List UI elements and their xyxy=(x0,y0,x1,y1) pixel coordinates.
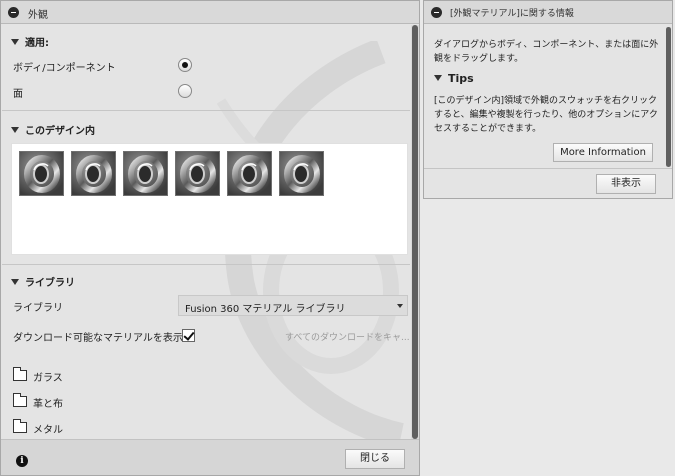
expand-triangle-icon xyxy=(11,127,19,133)
collapse-icon[interactable] xyxy=(8,7,19,18)
folder-label: 革と布 xyxy=(33,399,63,410)
more-information-button[interactable]: More Information xyxy=(553,143,653,162)
cancel-all-downloads-link[interactable]: すべてのダウンロードをキャ... xyxy=(285,330,410,343)
apply-option-body-label: ボディ/コンポーネント xyxy=(13,63,116,74)
expand-triangle-icon xyxy=(11,39,19,45)
collapse-icon[interactable] xyxy=(431,7,442,18)
library-section-title: ライブラリ xyxy=(25,278,75,289)
show-downloadable-label: ダウンロード可能なマテリアルを表示 xyxy=(13,333,183,344)
library-select-value: Fusion 360 マテリアル ライブラリ xyxy=(185,304,346,315)
close-button[interactable]: 閉じる xyxy=(345,449,405,469)
divider xyxy=(2,110,410,111)
show-downloadable-checkbox[interactable] xyxy=(182,329,195,342)
in-design-section-title: このデザイン内 xyxy=(25,126,95,137)
expand-triangle-icon xyxy=(434,75,442,81)
divider xyxy=(424,168,672,169)
hide-button[interactable]: 非表示 xyxy=(596,174,656,194)
scrollbar-thumb[interactable] xyxy=(412,25,418,439)
folder-icon xyxy=(13,419,27,433)
in-design-section-header[interactable]: このデザイン内 xyxy=(11,122,95,137)
dialog-scrollbar[interactable] xyxy=(411,25,419,439)
info-description: ダイアログからボディ、コンポーネント、または面に外観をドラッグします。 xyxy=(434,40,659,64)
apply-section-title: 適用: xyxy=(25,38,49,49)
material-swatch[interactable] xyxy=(71,151,116,196)
library-select[interactable]: Fusion 360 マテリアル ライブラリ xyxy=(178,295,408,316)
folder-label: メタル xyxy=(33,425,63,436)
library-section-header[interactable]: ライブラリ xyxy=(11,274,75,289)
library-label: ライブラリ xyxy=(13,303,63,314)
apply-section-header[interactable]: 適用: xyxy=(11,34,49,49)
material-swatch[interactable] xyxy=(19,151,64,196)
folder-icon xyxy=(13,393,27,407)
material-swatch[interactable] xyxy=(227,151,272,196)
material-swatch[interactable] xyxy=(279,151,324,196)
material-swatch[interactable] xyxy=(123,151,168,196)
dialog-footer: i 閉じる xyxy=(1,439,419,475)
scrollbar-thumb[interactable] xyxy=(666,27,671,167)
appearance-dialog: 外観 適用: ボディ/コンポーネント 面 このデザイン内 ライブラリ ライブラリ… xyxy=(0,0,420,476)
info-scrollbar[interactable] xyxy=(666,27,671,167)
info-titlebar[interactable]: [外観マテリアル]に関する情報 xyxy=(424,1,672,24)
expand-triangle-icon xyxy=(11,279,19,285)
material-swatch[interactable] xyxy=(175,151,220,196)
apply-body-component-radio[interactable] xyxy=(178,58,192,72)
tips-title: Tips xyxy=(448,72,474,85)
dropdown-arrow-icon xyxy=(397,304,403,308)
appearance-titlebar[interactable]: 外観 xyxy=(1,1,419,24)
design-swatch-area[interactable] xyxy=(11,143,408,255)
apply-face-radio[interactable] xyxy=(178,84,192,98)
divider xyxy=(2,264,410,265)
apply-option-face-label: 面 xyxy=(13,89,23,100)
folder-icon xyxy=(13,367,27,381)
tips-header[interactable]: Tips xyxy=(434,72,474,85)
info-icon[interactable]: i xyxy=(16,455,28,467)
info-panel: [外観マテリアル]に関する情報 ダイアログからボディ、コンポーネント、または面に… xyxy=(423,0,673,199)
info-panel-title: [外観マテリアル]に関する情報 xyxy=(450,9,574,19)
dialog-title: 外観 xyxy=(28,10,48,21)
tips-text: [このデザイン内]領域で外観のスウォッチを右クリックすると、編集や複製を行ったり… xyxy=(434,96,658,134)
folder-label: ガラス xyxy=(33,373,63,384)
